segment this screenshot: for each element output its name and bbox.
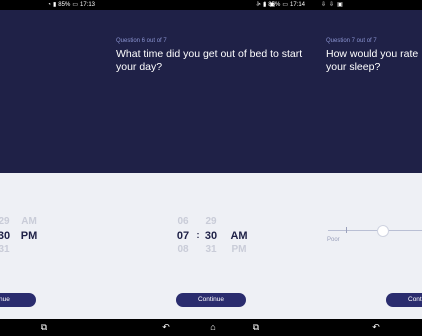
question-header: Question 7 out of 7 How would you rate y…	[311, 10, 422, 173]
ampm-pm: PM	[20, 230, 38, 242]
continue-label: Continue	[197, 296, 225, 303]
rating-min-label: Poor	[327, 237, 340, 243]
battery-percent: 85%	[268, 2, 281, 8]
continue-button[interactable]: ntinue	[0, 293, 36, 307]
question-header	[0, 10, 101, 173]
question-text: How would you rate your sleep?	[326, 48, 419, 73]
ampm-am: AM	[230, 230, 248, 242]
minute-prev: 29	[0, 216, 10, 227]
question-counter: Question 6 out of 7	[116, 38, 167, 44]
battery-icon: ▭	[72, 2, 78, 8]
minute-selected: 30	[204, 230, 218, 242]
ampm-pm: PM	[231, 244, 247, 252]
nav-bar: ↶ ⌂ ⧉	[101, 319, 311, 336]
hour-prev: 06	[177, 216, 189, 227]
status-bar: ⇩ ⇩ ▣	[311, 0, 422, 10]
wifi-icon: ◔	[47, 2, 51, 8]
screen-right: ⇩ ⇩ ▣ Question 7 out of 7 How would you …	[311, 0, 422, 336]
wifi-icon: ◔	[257, 2, 261, 8]
hour-next: 08	[177, 244, 189, 252]
question-header: Question 6 out of 7 What time did you ge…	[101, 10, 311, 173]
back-icon[interactable]: ↶	[161, 323, 171, 332]
battery-percent: 85%	[58, 2, 71, 8]
sim-icon: ▮	[52, 2, 57, 8]
hour-picker[interactable]: 06 07 08	[173, 216, 193, 252]
question-text: What time did you get out of bed to star…	[116, 48, 303, 73]
continue-label: Cont	[408, 296, 422, 303]
continue-button[interactable]: Cont	[386, 293, 422, 307]
continue-label: ntinue	[0, 296, 10, 303]
rating-slider-tick	[346, 227, 347, 233]
continue-button[interactable]: Continue	[176, 293, 246, 307]
minute-prev: 29	[205, 216, 217, 227]
ampm-am: AM	[21, 216, 37, 227]
ampm-picker[interactable]: AM PM	[228, 230, 250, 252]
rating-slider-thumb[interactable]	[377, 225, 389, 237]
minute-picker[interactable]: 29 30 31	[0, 216, 14, 252]
hour-selected: 07	[176, 230, 190, 242]
back-icon[interactable]: ↶	[371, 323, 381, 332]
download-icon: ⇩	[321, 2, 327, 8]
battery-icon: ▭	[282, 2, 288, 8]
screen-left: ◔ ▮ 85% ▭ 17:13 29 30 31 AM PM ntinue ⧉	[0, 0, 101, 336]
status-bar: ⇩ ⇩ ▣ ◔ ▮ 85% ▭ 17:14	[101, 0, 311, 10]
sim-icon: ▮	[262, 2, 267, 8]
recent-apps-icon[interactable]: ⧉	[251, 323, 261, 332]
status-time: 17:14	[289, 2, 305, 8]
download-icon: ⇩	[329, 2, 335, 8]
home-icon[interactable]: ⌂	[208, 323, 218, 332]
ampm-picker[interactable]: AM PM	[18, 216, 40, 244]
screen-middle: ⇩ ⇩ ▣ ◔ ▮ 85% ▭ 17:14 Question 6 out of …	[101, 0, 311, 336]
rating-slider-track[interactable]	[328, 230, 422, 231]
image-icon: ▣	[337, 2, 343, 8]
nav-bar: ↶	[311, 319, 422, 336]
status-bar: ◔ ▮ 85% ▭ 17:13	[0, 0, 101, 10]
minute-selected: 30	[0, 230, 11, 242]
minute-next: 31	[0, 244, 10, 252]
status-time: 17:13	[79, 2, 95, 8]
recent-apps-icon[interactable]: ⧉	[39, 323, 49, 332]
nav-bar: ⧉	[0, 319, 101, 336]
minute-picker[interactable]: 29 30 31	[201, 216, 221, 252]
minute-next: 31	[205, 244, 217, 252]
question-counter: Question 7 out of 7	[326, 38, 377, 44]
